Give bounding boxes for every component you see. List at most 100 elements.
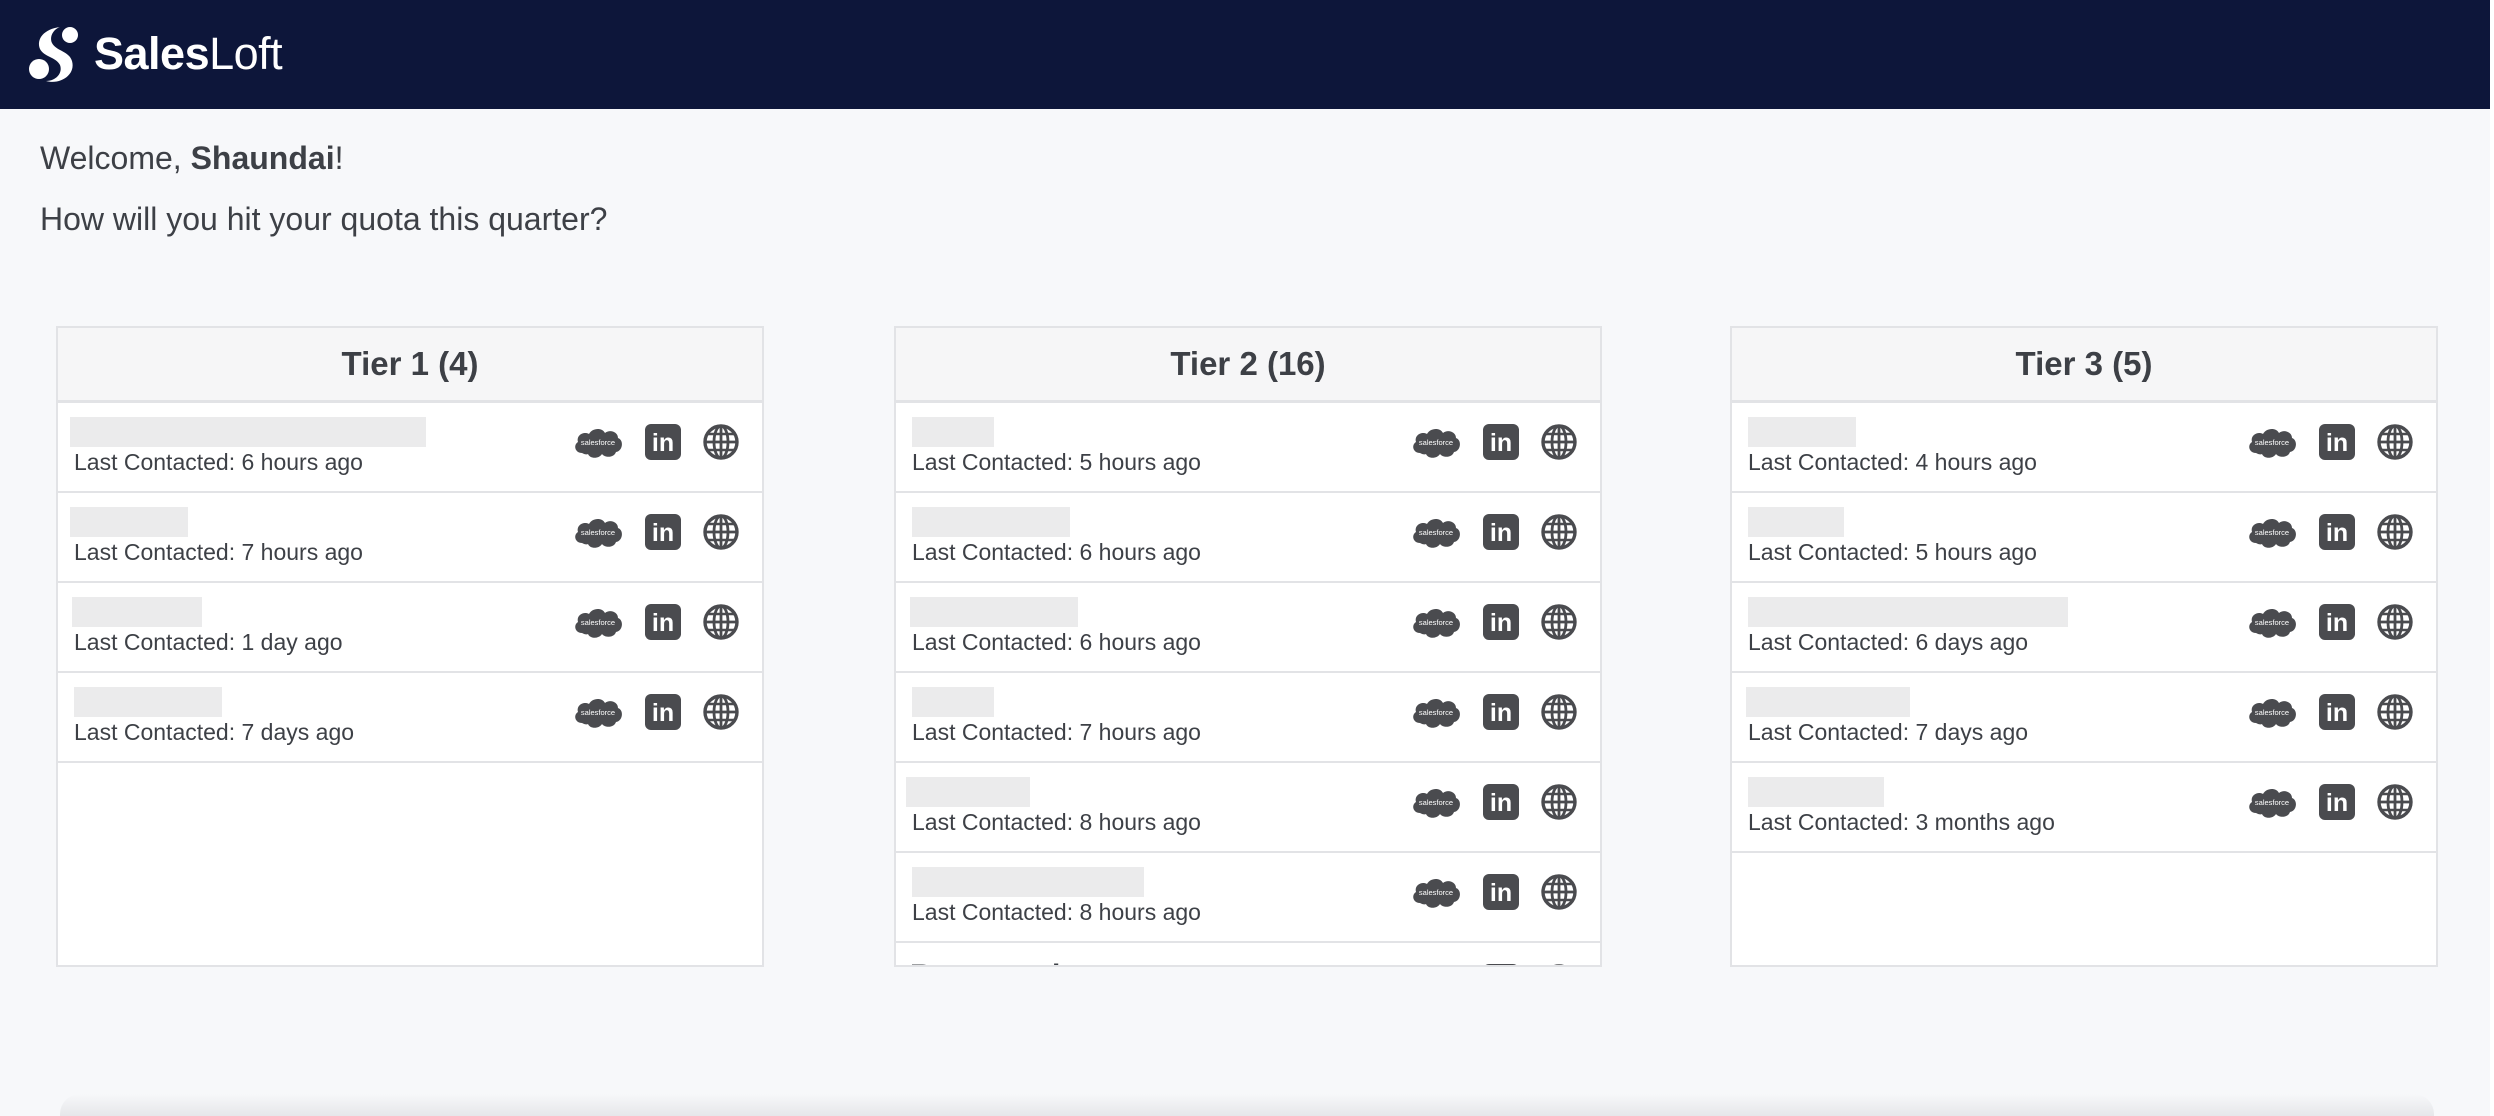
linkedin-icon[interactable]: in xyxy=(1482,963,1520,967)
globe-icon[interactable] xyxy=(1540,423,1578,461)
account-links: salesforce in xyxy=(1410,873,1578,911)
last-contacted-label: Last Contacted: 4 hours ago xyxy=(1748,449,2037,475)
globe-icon[interactable] xyxy=(1540,603,1578,641)
globe-icon[interactable] xyxy=(702,513,740,551)
salesforce-icon[interactable]: salesforce xyxy=(2246,603,2298,641)
account-name-redacted[interactable] xyxy=(912,687,994,717)
account-name-redacted[interactable] xyxy=(70,507,188,537)
salesforce-icon[interactable]: salesforce xyxy=(1410,783,1462,821)
globe-icon[interactable] xyxy=(2376,513,2414,551)
globe-icon[interactable] xyxy=(1540,873,1578,911)
tier-title: Tier 2 (16) xyxy=(896,328,1600,403)
salesforce-icon[interactable]: salesforce xyxy=(2246,693,2298,731)
salesforce-icon[interactable]: salesforce xyxy=(1410,603,1462,641)
globe-icon[interactable] xyxy=(1540,513,1578,551)
globe-icon[interactable] xyxy=(1540,693,1578,731)
linkedin-icon[interactable]: in xyxy=(644,603,682,641)
linkedin-icon[interactable]: in xyxy=(644,693,682,731)
account-name-redacted[interactable] xyxy=(910,597,1078,627)
salesforce-icon[interactable]: salesforce xyxy=(2246,423,2298,461)
svg-text:salesforce: salesforce xyxy=(2255,708,2289,717)
salesforce-icon[interactable]: salesforce xyxy=(1410,693,1462,731)
globe-icon[interactable] xyxy=(2376,423,2414,461)
account-links: salesforce in xyxy=(572,423,740,461)
account-row[interactable]: Last Contacted: 4 hours ago salesforce i… xyxy=(1732,403,2436,493)
account-row[interactable]: Last Contacted: 7 days ago salesforce in xyxy=(1732,673,2436,763)
account-row[interactable]: Last Contacted: 5 hours ago salesforce i… xyxy=(896,403,1600,493)
account-name-redacted[interactable] xyxy=(912,867,1144,897)
salesloft-logo[interactable]: SalesLoft xyxy=(26,18,283,90)
account-row[interactable]: Last Contacted: 7 days ago salesforce in xyxy=(58,673,762,763)
linkedin-icon[interactable]: in xyxy=(2318,513,2356,551)
account-name[interactable]: Rossmanh xyxy=(910,959,1071,965)
account-name-redacted[interactable] xyxy=(1748,507,1844,537)
salesforce-icon[interactable]: salesforce xyxy=(572,603,624,641)
globe-icon[interactable] xyxy=(702,603,740,641)
account-name-redacted[interactable] xyxy=(912,417,994,447)
last-contacted-label: Last Contacted: 7 days ago xyxy=(74,719,355,745)
svg-text:in: in xyxy=(652,609,674,637)
account-row[interactable]: Last Contacted: 6 hours ago salesforce i… xyxy=(896,493,1600,583)
account-row[interactable]: Last Contacted: 7 hours ago salesforce i… xyxy=(58,493,762,583)
account-name-redacted[interactable] xyxy=(912,507,1070,537)
salesforce-icon[interactable]: salesforce xyxy=(2246,783,2298,821)
account-row[interactable]: Last Contacted: 8 hours ago salesforce i… xyxy=(896,763,1600,853)
salesforce-icon[interactable]: salesforce xyxy=(1410,873,1462,911)
salesforce-icon[interactable]: salesforce xyxy=(1410,513,1462,551)
globe-icon[interactable] xyxy=(2376,693,2414,731)
svg-text:in: in xyxy=(1490,429,1512,457)
account-links: salesforce in xyxy=(1410,603,1578,641)
linkedin-icon[interactable]: in xyxy=(1482,423,1520,461)
globe-icon[interactable] xyxy=(702,423,740,461)
linkedin-icon[interactable]: in xyxy=(2318,783,2356,821)
salesforce-icon[interactable]: salesforce xyxy=(572,423,624,461)
linkedin-icon[interactable]: in xyxy=(1482,603,1520,641)
svg-text:in: in xyxy=(2326,519,2348,547)
account-name-redacted[interactable] xyxy=(1748,597,2068,627)
account-row-partial[interactable]: Rossmanh salesforce in xyxy=(896,943,1600,967)
account-row[interactable]: Last Contacted: 6 hours ago salesforce i… xyxy=(58,403,762,493)
linkedin-icon[interactable]: in xyxy=(1482,783,1520,821)
salesforce-icon[interactable]: salesforce xyxy=(1410,423,1462,461)
account-name-redacted[interactable] xyxy=(906,777,1030,807)
account-row[interactable]: Last Contacted: 5 hours ago salesforce i… xyxy=(1732,493,2436,583)
last-contacted-label: Last Contacted: 6 days ago xyxy=(1748,629,2029,655)
linkedin-icon[interactable]: in xyxy=(2318,423,2356,461)
svg-text:in: in xyxy=(2326,609,2348,637)
account-row[interactable]: Last Contacted: 3 months ago salesforce … xyxy=(1732,763,2436,853)
linkedin-icon[interactable]: in xyxy=(1482,513,1520,551)
salesforce-icon[interactable]: salesforce xyxy=(572,513,624,551)
salesforce-icon[interactable]: salesforce xyxy=(572,693,624,731)
svg-text:salesforce: salesforce xyxy=(1419,438,1453,447)
linkedin-icon[interactable]: in xyxy=(2318,693,2356,731)
account-name-redacted[interactable] xyxy=(1746,687,1910,717)
account-row[interactable]: Last Contacted: 8 hours ago salesforce i… xyxy=(896,853,1600,943)
account-name-redacted[interactable] xyxy=(70,417,426,447)
account-name-redacted[interactable] xyxy=(74,687,222,717)
account-row[interactable]: Last Contacted: 1 day ago salesforce in xyxy=(58,583,762,673)
account-row[interactable]: Last Contacted: 6 hours ago salesforce i… xyxy=(896,583,1600,673)
account-row[interactable]: Last Contacted: 6 days ago salesforce in xyxy=(1732,583,2436,673)
linkedin-icon[interactable]: in xyxy=(644,513,682,551)
account-name-redacted[interactable] xyxy=(1748,417,1856,447)
linkedin-icon[interactable]: in xyxy=(644,423,682,461)
svg-text:salesforce: salesforce xyxy=(2255,438,2289,447)
account-name-redacted[interactable] xyxy=(1748,777,1884,807)
last-contacted-label: Last Contacted: 8 hours ago xyxy=(912,809,1201,835)
linkedin-icon[interactable]: in xyxy=(1482,693,1520,731)
account-name-redacted[interactable] xyxy=(72,597,202,627)
globe-icon[interactable] xyxy=(702,693,740,731)
globe-icon[interactable] xyxy=(1540,783,1578,821)
linkedin-icon[interactable]: in xyxy=(1482,873,1520,911)
globe-icon[interactable] xyxy=(2376,783,2414,821)
globe-icon[interactable] xyxy=(2376,603,2414,641)
linkedin-icon[interactable]: in xyxy=(2318,603,2356,641)
svg-text:salesforce: salesforce xyxy=(1419,888,1453,897)
salesforce-icon[interactable]: salesforce xyxy=(2246,513,2298,551)
salesforce-icon[interactable]: salesforce xyxy=(1410,963,1462,967)
svg-text:in: in xyxy=(1490,609,1512,637)
globe-icon[interactable] xyxy=(1540,963,1578,967)
account-links: salesforce in xyxy=(1410,693,1578,731)
tier-title: Tier 1 (4) xyxy=(58,328,762,403)
account-row[interactable]: Last Contacted: 7 hours ago salesforce i… xyxy=(896,673,1600,763)
